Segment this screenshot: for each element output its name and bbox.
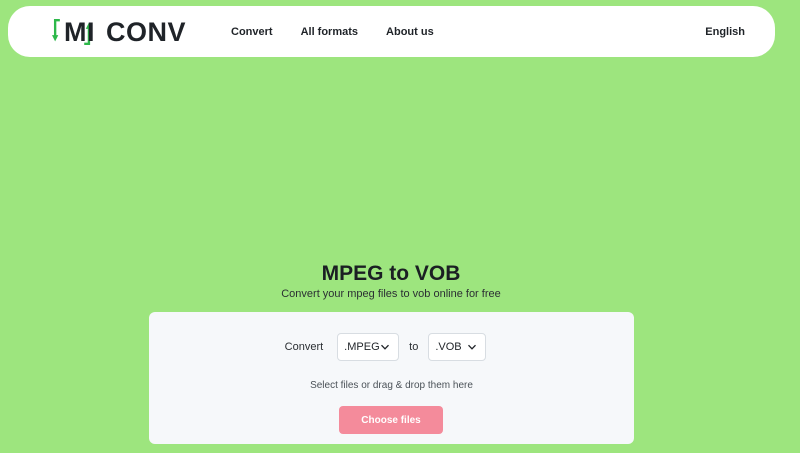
- chevron-down-icon: [381, 344, 390, 350]
- page-subtitle: Convert your mpeg files to vob online fo…: [281, 288, 501, 300]
- from-format-value: .MPEG: [344, 341, 380, 353]
- choose-files-button[interactable]: Choose files: [339, 406, 443, 434]
- logo[interactable]: MI CONV: [52, 14, 186, 50]
- logo-mi-text: MI: [64, 17, 95, 47]
- to-format-value: .VOB: [435, 341, 462, 353]
- language-selector[interactable]: English: [705, 6, 745, 57]
- header: MI CONV Convert All formats About us Eng…: [8, 6, 775, 57]
- nav-convert[interactable]: Convert: [231, 26, 273, 38]
- logo-conv-text: CONV: [106, 17, 187, 47]
- nav-about-us[interactable]: About us: [386, 26, 434, 38]
- converter-card: Convert .MPEG to .VOB Select files or dr…: [149, 312, 634, 444]
- to-label: to: [409, 341, 419, 353]
- to-format-select[interactable]: .VOB: [428, 333, 487, 361]
- from-format-select[interactable]: .MPEG: [337, 333, 400, 361]
- chevron-down-icon: [468, 344, 477, 350]
- convert-label: Convert: [284, 341, 324, 353]
- format-row: Convert .MPEG to .VOB: [149, 333, 634, 361]
- page: MI CONV Convert All formats About us Eng…: [0, 0, 800, 453]
- drop-hint: Select files or drag & drop them here: [310, 380, 473, 391]
- page-title: MPEG to VOB: [321, 262, 461, 285]
- main-nav: Convert All formats About us: [231, 6, 434, 57]
- nav-all-formats[interactable]: All formats: [301, 26, 358, 38]
